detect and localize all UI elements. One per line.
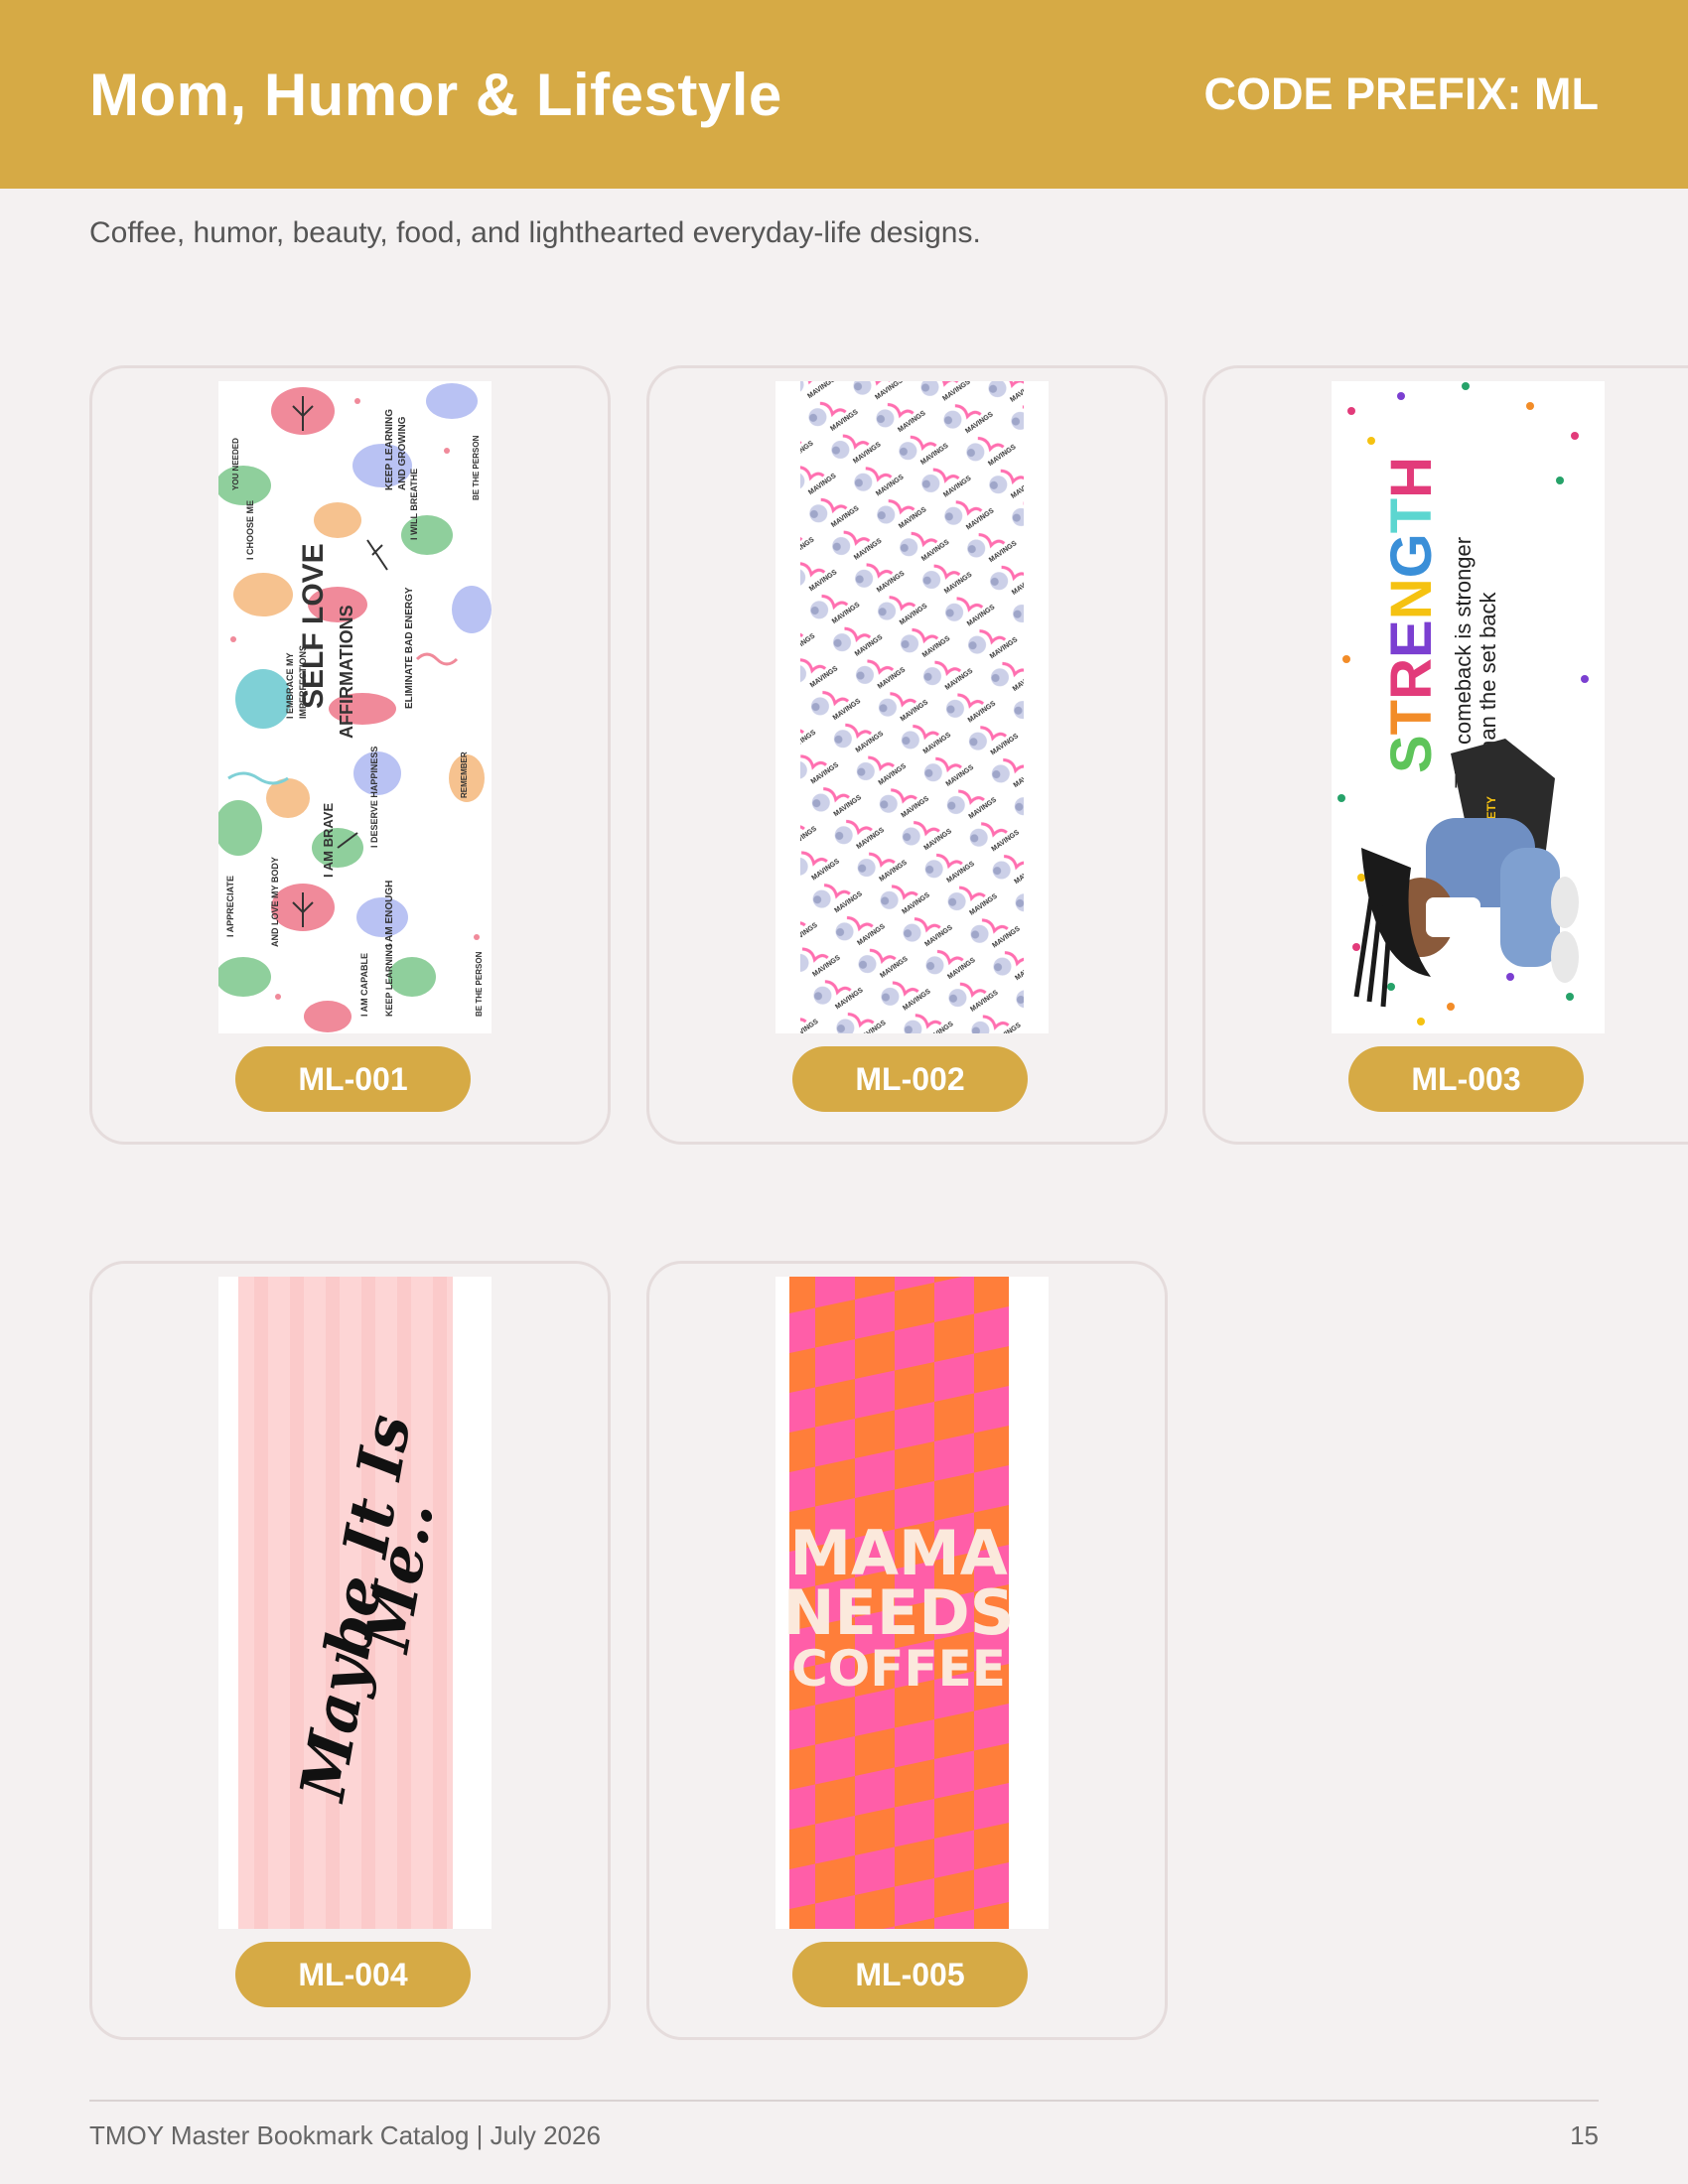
page-header: Mom, Humor & Lifestyle CODE PREFIX: ML — [0, 0, 1688, 189]
svg-text:IMPERFECTIONS: IMPERFECTIONS — [298, 645, 308, 719]
svg-text:ELIMINATE BAD ENERGY: ELIMINATE BAD ENERGY — [404, 587, 415, 709]
item-code-badge: ML-002 — [792, 1046, 1028, 1112]
needs-text: NEEDS — [783, 1576, 1015, 1649]
svg-text:BE THE PERSON: BE THE PERSON — [475, 951, 484, 1017]
item-code-badge: ML-003 — [1348, 1046, 1584, 1112]
bookmark-card-ml-003[interactable]: STRENGTH The comeback is stronger than t… — [1202, 365, 1688, 1145]
code-prefix: CODE PREFIX: ML — [1203, 68, 1599, 119]
strength-title: STRENGTH — [1379, 457, 1444, 773]
bookmark-card-ml-002[interactable]: MAVINGS ML-002 — [646, 365, 1168, 1145]
svg-text:AND LOVE MY BODY: AND LOVE MY BODY — [270, 857, 280, 947]
footer-catalog-title: TMOY Master Bookmark Catalog | July 2026 — [89, 2120, 601, 2150]
bookmark-card-ml-005[interactable]: MAMA NEEDS COFFEE ML-005 — [646, 1261, 1168, 2040]
bookmark-artwork-mavings-pattern: MAVINGS — [775, 381, 1049, 1033]
svg-text:KEEP LEARNING: KEEP LEARNING — [384, 409, 395, 490]
svg-text:I CHOOSE ME: I CHOOSE ME — [245, 500, 255, 560]
footer-divider — [89, 2100, 1599, 2102]
svg-text:I AM ENOUGH: I AM ENOUGH — [384, 881, 395, 947]
svg-text:I EMBRACE MY: I EMBRACE MY — [285, 652, 295, 719]
svg-text:I DESERVE HAPPINESS: I DESERVE HAPPINESS — [369, 747, 379, 848]
bookmark-artwork-self-love-affirmations: SELF LOVE AFFIRMATIONS I AM BRAVE I AM E… — [218, 381, 492, 1033]
item-code-badge: ML-005 — [792, 1942, 1028, 2007]
svg-text:REMEMBER: REMEMBER — [460, 751, 469, 798]
category-title: Mom, Humor & Lifestyle — [89, 61, 782, 128]
svg-text:BE THE PERSON: BE THE PERSON — [472, 435, 481, 500]
category-description: Coffee, humor, beauty, food, and lighthe… — [89, 216, 981, 249]
svg-text:I AM BRAVE: I AM BRAVE — [321, 803, 336, 878]
svg-text:AFFIRMATIONS: AFFIRMATIONS — [337, 605, 356, 739]
bookmark-artwork-mama-needs-coffee: MAMA NEEDS COFFEE — [775, 1277, 1049, 1929]
page-number: 15 — [1570, 2120, 1599, 2150]
bookmark-card-ml-001[interactable]: SELF LOVE AFFIRMATIONS I AM BRAVE I AM E… — [89, 365, 611, 1145]
svg-text:YOU NEEDED: YOU NEEDED — [231, 438, 240, 490]
svg-text:I APPRECIATE: I APPRECIATE — [225, 876, 235, 937]
svg-text:KEEP LEARNING: KEEP LEARNING — [384, 943, 394, 1017]
svg-text:I WILL BREATHE: I WILL BREATHE — [409, 469, 419, 540]
bookmark-artwork-strength: STRENGTH The comeback is stronger than t… — [1332, 381, 1605, 1033]
item-code-badge: ML-001 — [235, 1046, 471, 1112]
comeback-line-2: than the set back — [1476, 591, 1500, 758]
bookmark-card-ml-004[interactable]: Maybe It Is Me.. ML-004 — [89, 1261, 611, 2040]
svg-text:I AM CAPABLE: I AM CAPABLE — [359, 953, 369, 1017]
item-code-badge: ML-004 — [235, 1942, 471, 2007]
coffee-text: COFFEE — [791, 1640, 1006, 1698]
svg-text:AND GROWING: AND GROWING — [397, 416, 408, 490]
bookmark-artwork-maybe-it-is-me: Maybe It Is Me.. — [218, 1277, 492, 1929]
